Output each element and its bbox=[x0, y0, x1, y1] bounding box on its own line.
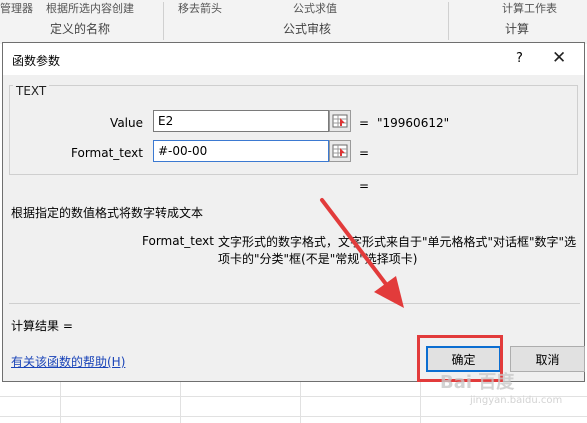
ribbon-group-formula-auditing: 公式审核 bbox=[283, 22, 332, 36]
calculation-result: 计算结果 = bbox=[11, 319, 73, 333]
ribbon-remove-arrows[interactable]: 移去箭头 bbox=[178, 0, 222, 16]
param-name: Format_text bbox=[142, 234, 214, 248]
value-input[interactable] bbox=[153, 110, 329, 132]
arg-equals: = bbox=[359, 116, 370, 130]
param-description: 文字形式的数字格式，文字形式来自于"单元格格式"对话框"数字"选项卡的"分类"框… bbox=[218, 235, 577, 266]
grid-line bbox=[180, 380, 181, 423]
ribbon-name-manager[interactable]: 管理器 bbox=[0, 0, 33, 16]
function-help-link[interactable]: 有关该函数的帮助(H) bbox=[11, 353, 125, 370]
ribbon-group-calculation: 计算 bbox=[505, 22, 530, 36]
grid-line bbox=[420, 380, 421, 423]
grid-line bbox=[0, 416, 587, 417]
value-collapse-button[interactable] bbox=[329, 110, 351, 132]
arg-label-value: Value bbox=[110, 116, 143, 130]
range-select-icon bbox=[332, 144, 348, 158]
close-icon[interactable]: ✕ bbox=[552, 48, 566, 68]
arg-equals: = bbox=[359, 146, 370, 160]
excel-ribbon: 管理器 根据所选内容创建 移去箭头 公式求值 计算工作表 定义的名称 公式审核 … bbox=[0, 0, 587, 45]
range-select-icon bbox=[332, 114, 348, 128]
ribbon-separator bbox=[163, 2, 164, 40]
baidu-watermark-url: jingyan.baidu.com bbox=[470, 395, 563, 406]
arg-label-format-text: Format_text bbox=[71, 146, 143, 160]
ribbon-group-defined-names: 定义的名称 bbox=[50, 22, 111, 36]
dialog-title: 函数参数 bbox=[12, 54, 61, 68]
overall-equals: = bbox=[359, 179, 370, 193]
arg-result-value: "19960612" bbox=[377, 116, 450, 130]
cancel-button[interactable]: 取消 bbox=[510, 346, 585, 372]
ribbon-calculate-sheet[interactable]: 计算工作表 bbox=[502, 0, 557, 16]
baidu-watermark: Bai 百度 bbox=[440, 372, 515, 393]
ribbon-create-from-selection[interactable]: 根据所选内容创建 bbox=[46, 0, 134, 16]
dialog-titlebar[interactable]: 函数参数 ? ✕ bbox=[3, 43, 584, 75]
format-text-collapse-button[interactable] bbox=[329, 140, 351, 162]
divider bbox=[9, 303, 580, 304]
grid-line bbox=[300, 380, 301, 423]
function-description: 根据指定的数值格式将数字转成文本 bbox=[11, 206, 204, 220]
format-text-input[interactable] bbox=[153, 140, 329, 162]
help-icon[interactable]: ? bbox=[516, 51, 523, 66]
grid-line bbox=[60, 380, 61, 423]
ribbon-separator bbox=[448, 2, 449, 40]
function-name: TEXT bbox=[13, 84, 50, 98]
ribbon-evaluate-formula[interactable]: 公式求值 bbox=[293, 0, 337, 16]
function-arguments-dialog: 函数参数 ? ✕ TEXT Value = "19960612" Format_… bbox=[2, 42, 585, 382]
